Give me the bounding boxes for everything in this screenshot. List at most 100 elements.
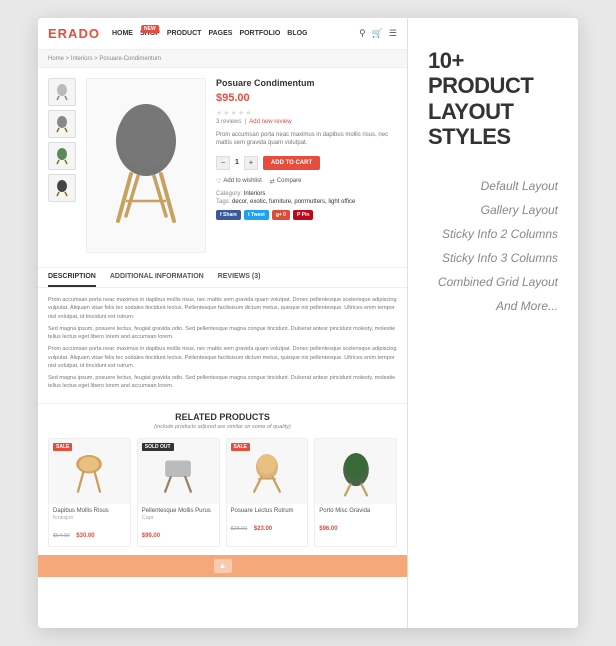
compare-link[interactable]: ⇄ Compare (270, 178, 302, 185)
layout-item-1: Default Layout (428, 179, 558, 193)
star-5: ★ (245, 109, 251, 117)
tab-additional[interactable]: ADDITIONAL INFORMATION (110, 268, 204, 287)
nav-shop[interactable]: NEW SHOP (140, 30, 160, 37)
scroll-top-button[interactable]: ▲ (214, 559, 232, 573)
main-product-image (86, 78, 206, 253)
pc-price-3: $23.00 (254, 526, 272, 532)
layout-item-6: And More... (428, 299, 558, 313)
layout-item-4: Sticky Info 3 Columns (428, 251, 558, 265)
logo-text-part3: O (89, 26, 100, 41)
product-card-body-3: Posuare Lectus Rutrum $28.00 $23.00 (227, 504, 308, 539)
wishlist-row: ♡ Add to wishlist ⇄ Compare (216, 178, 397, 185)
add-to-cart-button[interactable]: ADD TO CART (263, 156, 320, 170)
related-title: RELATED PRODUCTS (48, 412, 397, 422)
pc-color-1: funksjon (53, 515, 126, 521)
nav-product[interactable]: PRODUCT (167, 30, 202, 37)
logo: ERADO (48, 26, 100, 41)
product-card-3[interactable]: SALE Posuare Lectus Rutrum (226, 438, 309, 547)
related-products-section: RELATED PRODUCTS (include products adjur… (38, 404, 407, 555)
layout-item-3: Sticky Info 2 Columns (428, 227, 558, 241)
desc-para-1: Proin accumsan porta neac maximus in dap… (48, 296, 397, 321)
thumb-1[interactable] (48, 78, 76, 106)
product-section: Posuare Condimentum $95.00 ★ ★ ★ ★ ★ 3 r… (38, 68, 407, 268)
desc-para-3: Proin accumsan porta neac maximus in dap… (48, 345, 397, 370)
product-card-1[interactable]: SALE Dapibus Mollis Risus funksjon (48, 438, 131, 547)
logo-text-part1: ERA (48, 26, 78, 41)
navbar: ERADO HOME NEW SHOP PRODUCT PAGES PORTFO… (38, 18, 407, 50)
shop-badge: NEW (141, 25, 159, 33)
quantity-row: − 1 + ADD TO CART (216, 156, 397, 170)
product-tabs: DESCRIPTION ADDITIONAL INFORMATION REVIE… (38, 268, 407, 288)
star-2: ★ (223, 109, 229, 117)
pc-name-4: Porto Misc Gravida (319, 508, 392, 514)
thumb-2[interactable] (48, 110, 76, 138)
qty-value: 1 (235, 159, 239, 166)
card-container: ERADO HOME NEW SHOP PRODUCT PAGES PORTFO… (38, 18, 578, 628)
pc-price-row-1: $54.00 $30.00 (53, 524, 126, 542)
product-card-body-2: Pellentesque Mollis Purus Capr $99.00 (138, 504, 219, 546)
nav-icons: ⚲ 🛒 ☰ (359, 28, 397, 39)
pc-price-row-4: $96.00 (319, 517, 392, 535)
pc-name-3: Posuare Lectus Rutrum (231, 508, 304, 514)
product-card-4[interactable]: Porto Misc Gravida $96.00 (314, 438, 397, 547)
tags-meta: Tags: decor, exotic, furniture, porrmutt… (216, 199, 397, 205)
add-review-link[interactable]: Add new review (249, 119, 291, 125)
pc-price-2: $99.00 (142, 533, 160, 539)
social-share: f Share t Tweet g+ 0 P Pin (216, 210, 397, 220)
thumb-4[interactable] (48, 174, 76, 202)
product-price: $95.00 (216, 92, 397, 104)
desc-para-4: Sed magna ipsum, posuere lectus, feugiat… (48, 374, 397, 391)
review-text: 3 reviews | Add new review (216, 119, 397, 125)
pc-old-price-1: $54.00 (53, 533, 70, 539)
desc-para-2: Sed magna ipsum, posuere lectus, feugiat… (48, 325, 397, 342)
pinterest-share[interactable]: P Pin (293, 210, 313, 220)
tab-description[interactable]: DESCRIPTION (48, 268, 96, 287)
nav-portfolio[interactable]: PORTFOLIO (239, 30, 280, 37)
thumb-3[interactable] (48, 142, 76, 170)
qty-increase[interactable]: + (244, 156, 258, 170)
layout-item-5: Combined Grid Layout (428, 275, 558, 289)
nav-home[interactable]: HOME (112, 30, 133, 37)
browser-mockup: ERADO HOME NEW SHOP PRODUCT PAGES PORTFO… (38, 18, 408, 628)
pc-price-1: $30.00 (76, 533, 94, 539)
pc-name-1: Dapibus Mollis Risus (53, 508, 126, 514)
menu-icon[interactable]: ☰ (389, 28, 397, 39)
thumbnail-list (48, 78, 76, 257)
product-card-img-4 (315, 439, 396, 504)
product-description: Proin accumsan porta neac maximus in dap… (216, 131, 397, 148)
description-section: Proin accumsan porta neac maximus in dap… (38, 288, 407, 404)
twitter-share[interactable]: t Tweet (244, 210, 269, 220)
right-panel: 10+ PRODUCT LAYOUT STYLES Default Layout… (408, 18, 578, 628)
star-1: ★ (216, 109, 222, 117)
breadcrumb: Home > Interiors > Posuare-Condimentum (38, 50, 407, 68)
reviews-count: 3 reviews (216, 119, 241, 125)
pc-price-row-3: $28.00 $23.00 (231, 517, 304, 535)
wishlist-link[interactable]: ♡ Add to wishlist (216, 178, 262, 185)
nav-blog[interactable]: BLOG (287, 30, 307, 37)
product-card-2[interactable]: SOLD OUT Pellentesque Mollis Purus Capr (137, 438, 220, 547)
layout-item-2: Gallery Layout (428, 203, 558, 217)
qty-decrease[interactable]: − (216, 156, 230, 170)
nav-pages[interactable]: PAGES (208, 30, 232, 37)
product-card-body-1: Dapibus Mollis Risus funksjon $54.00 $30… (49, 504, 130, 546)
cart-icon[interactable]: 🛒 (372, 28, 383, 39)
logo-accent: D (78, 26, 88, 41)
pc-price-4: $96.00 (319, 526, 337, 532)
product-card-body-4: Porto Misc Gravida $96.00 (315, 504, 396, 539)
search-icon[interactable]: ⚲ (359, 28, 366, 39)
nav-links: HOME NEW SHOP PRODUCT PAGES PORTFOLIO BL… (112, 30, 308, 37)
products-grid: SALE Dapibus Mollis Risus funksjon (48, 438, 397, 547)
sale-badge-1: SALE (53, 443, 72, 451)
tab-reviews[interactable]: REVIEWS (3) (218, 268, 261, 287)
star-rating: ★ ★ ★ ★ ★ (216, 109, 397, 117)
breadcrumb-text: Home > Interiors > Posuare-Condimentum (48, 56, 161, 62)
main-heading: 10+ PRODUCT LAYOUT STYLES (428, 48, 558, 149)
sale-badge-3: SALE (231, 443, 250, 451)
product-card-img-2: SOLD OUT (138, 439, 219, 504)
product-card-img-3: SALE (227, 439, 308, 504)
facebook-share[interactable]: f Share (216, 210, 241, 220)
googleplus-share[interactable]: g+ 0 (272, 210, 290, 220)
layout-list: Default Layout Gallery Layout Sticky Inf… (428, 179, 558, 313)
outer-wrapper: ERADO HOME NEW SHOP PRODUCT PAGES PORTFO… (0, 0, 616, 646)
product-info: Posuare Condimentum $95.00 ★ ★ ★ ★ ★ 3 r… (216, 78, 397, 257)
